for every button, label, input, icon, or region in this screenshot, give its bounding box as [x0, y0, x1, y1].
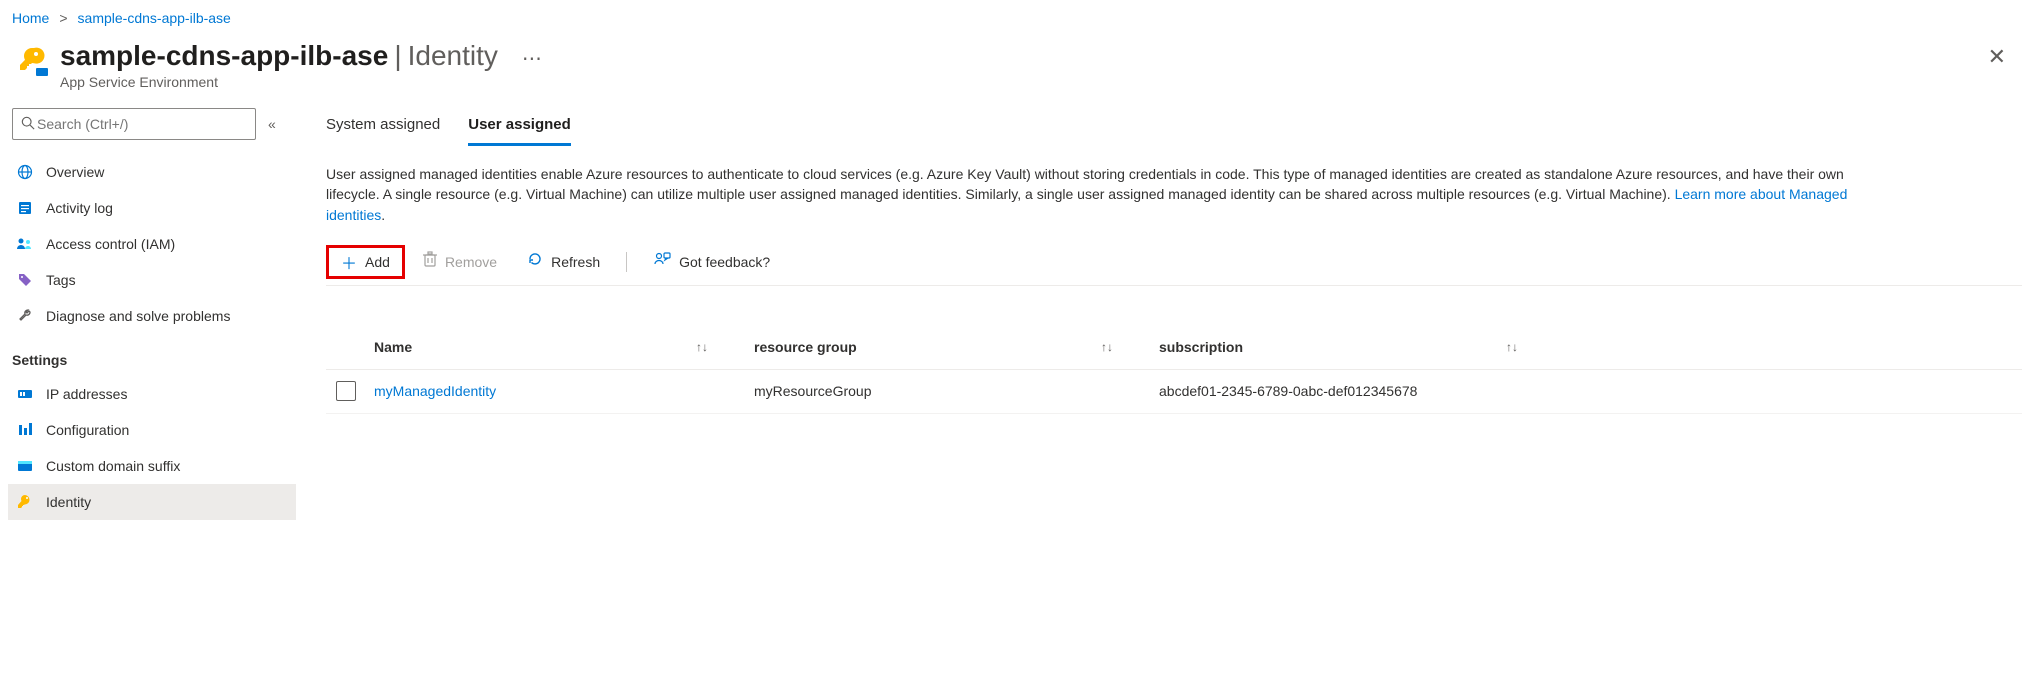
- sidebar-section-settings: Settings: [8, 334, 296, 376]
- sidebar-item-label: Custom domain suffix: [46, 458, 180, 474]
- breadcrumb-home[interactable]: Home: [12, 10, 49, 26]
- sidebar-item-identity[interactable]: Identity: [8, 484, 296, 520]
- collapse-sidebar-icon[interactable]: «: [268, 116, 276, 132]
- sidebar-item-label: Access control (IAM): [46, 236, 175, 252]
- page-title: sample-cdns-app-ilb-ase: [60, 40, 388, 72]
- page-header: sample-cdns-app-ilb-ase | Identity ⋯ App…: [0, 32, 2032, 108]
- identity-name-link[interactable]: myManagedIdentity: [374, 383, 496, 399]
- table-header: Name ↑↓ resource group ↑↓ subscription ↑…: [326, 326, 2022, 370]
- sidebar-item-label: IP addresses: [46, 386, 127, 402]
- bars-icon: [16, 421, 34, 439]
- toolbar-separator: [626, 252, 627, 272]
- sidebar-item-label: Configuration: [46, 422, 129, 438]
- globe-icon: [16, 163, 34, 181]
- ip-icon: [16, 385, 34, 403]
- refresh-button[interactable]: Refresh: [515, 245, 612, 279]
- trash-icon: [423, 251, 437, 272]
- sidebar-item-overview[interactable]: Overview: [8, 154, 296, 190]
- identity-tabs: System assigned User assigned: [326, 108, 2022, 146]
- column-subscription[interactable]: subscription ↑↓: [1159, 339, 1564, 355]
- page-section: Identity: [408, 40, 498, 72]
- sidebar-item-activity-log[interactable]: Activity log: [8, 190, 296, 226]
- page-title-separator: |: [394, 40, 401, 72]
- column-resource-group[interactable]: resource group ↑↓: [754, 339, 1159, 355]
- add-button[interactable]: ＋ Add: [326, 245, 405, 279]
- identities-table: Name ↑↓ resource group ↑↓ subscription ↑…: [326, 326, 2022, 414]
- people-icon: [16, 235, 34, 253]
- domain-icon: [16, 457, 34, 475]
- plus-icon: ＋: [341, 250, 357, 274]
- tab-user-assigned[interactable]: User assigned: [468, 108, 571, 146]
- search-input[interactable]: [35, 115, 247, 133]
- tag-icon: [16, 271, 34, 289]
- breadcrumb: Home > sample-cdns-app-ilb-ase: [0, 0, 2032, 32]
- sidebar-item-label: Diagnose and solve problems: [46, 308, 230, 324]
- toolbar: ＋ Add Remove Refresh Got feedbac: [326, 245, 2022, 286]
- sort-icon: ↑↓: [1101, 340, 1113, 354]
- refresh-icon: [527, 251, 543, 272]
- feedback-button[interactable]: Got feedback?: [641, 245, 782, 279]
- sidebar-search[interactable]: [12, 108, 256, 140]
- sidebar-item-custom-domain-suffix[interactable]: Custom domain suffix: [8, 448, 296, 484]
- sidebar-item-tags[interactable]: Tags: [8, 262, 296, 298]
- column-name[interactable]: Name ↑↓: [374, 339, 754, 355]
- key-vault-icon: [18, 46, 50, 78]
- row-checkbox[interactable]: [336, 381, 356, 401]
- sidebar-item-diagnose[interactable]: Diagnose and solve problems: [8, 298, 296, 334]
- chevron-right-icon: >: [59, 10, 67, 26]
- sidebar: « Overview Activity log Access control (…: [0, 108, 296, 520]
- feedback-icon: [653, 251, 671, 272]
- sidebar-item-label: Identity: [46, 494, 91, 510]
- tab-system-assigned[interactable]: System assigned: [326, 108, 440, 146]
- sidebar-item-label: Overview: [46, 164, 104, 180]
- resource-type-label: App Service Environment: [60, 74, 1978, 90]
- sort-icon: ↑↓: [696, 340, 708, 354]
- wrench-icon: [16, 307, 34, 325]
- sidebar-item-configuration[interactable]: Configuration: [8, 412, 296, 448]
- description-text: User assigned managed identities enable …: [326, 164, 1886, 225]
- close-button[interactable]: ✕: [1978, 40, 2016, 74]
- log-icon: [16, 199, 34, 217]
- sidebar-item-ip-addresses[interactable]: IP addresses: [8, 376, 296, 412]
- cell-resource-group: myResourceGroup: [754, 383, 1159, 399]
- table-row[interactable]: myManagedIdentity myResourceGroup abcdef…: [326, 370, 2022, 414]
- sort-icon: ↑↓: [1506, 340, 1518, 354]
- sidebar-item-access-control[interactable]: Access control (IAM): [8, 226, 296, 262]
- breadcrumb-resource[interactable]: sample-cdns-app-ilb-ase: [78, 10, 231, 26]
- search-icon: [21, 116, 35, 133]
- sidebar-item-label: Tags: [46, 272, 76, 288]
- main-content: System assigned User assigned User assig…: [296, 108, 2032, 520]
- remove-button: Remove: [411, 245, 509, 279]
- more-actions-icon[interactable]: ⋯: [522, 46, 544, 71]
- identity-icon: [16, 493, 34, 511]
- cell-subscription: abcdef01-2345-6789-0abc-def012345678: [1159, 383, 1564, 399]
- sidebar-item-label: Activity log: [46, 200, 113, 216]
